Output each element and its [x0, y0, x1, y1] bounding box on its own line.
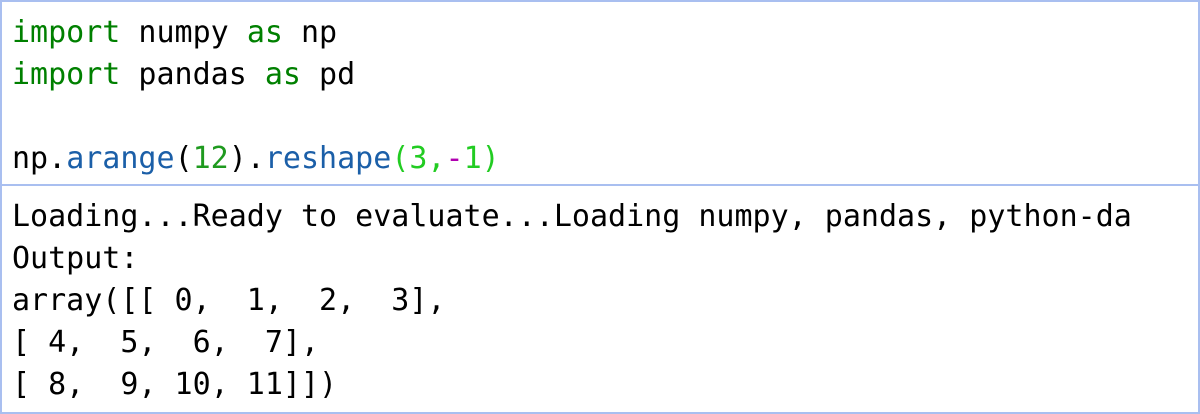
output-row: [ 4, 5, 6, 7], [12, 325, 320, 360]
function-reshape: reshape [264, 141, 392, 176]
output-log-line: Loading...Ready to evaluate...Loading nu… [12, 199, 1132, 234]
keyword-as: as [246, 15, 283, 50]
code-line-import-numpy: import numpy as np [12, 12, 337, 54]
paren-close: ). [228, 141, 265, 176]
args-open: (3, [391, 141, 446, 176]
keyword-import: import [12, 15, 121, 50]
keyword-as: as [264, 57, 301, 92]
object-name: np. [12, 141, 67, 176]
module-name: numpy [120, 15, 247, 50]
code-line-import-pandas: import pandas as pd [12, 54, 355, 96]
paren-open: ( [174, 141, 193, 176]
output-cell: Loading...Ready to evaluate...Loading nu… [0, 184, 1200, 414]
output-row: [ 8, 9, 10, 11]]) [12, 367, 338, 402]
output-row: array([[ 0, 1, 2, 3], [12, 283, 446, 318]
code-cell[interactable]: import numpy as np import pandas as pd n… [0, 0, 1200, 186]
module-name: pandas [120, 57, 265, 92]
minus-operator: - [445, 141, 464, 176]
module-alias: np [282, 15, 338, 50]
output-label: Output: [12, 241, 139, 276]
code-line-expression: np.arange(12).reshape(3,-1) [12, 138, 500, 180]
function-arange: arange [66, 141, 175, 176]
keyword-import: import [12, 57, 121, 92]
number-literal: 12 [192, 141, 229, 176]
args-close: 1) [463, 141, 500, 176]
module-alias: pd [301, 57, 356, 92]
